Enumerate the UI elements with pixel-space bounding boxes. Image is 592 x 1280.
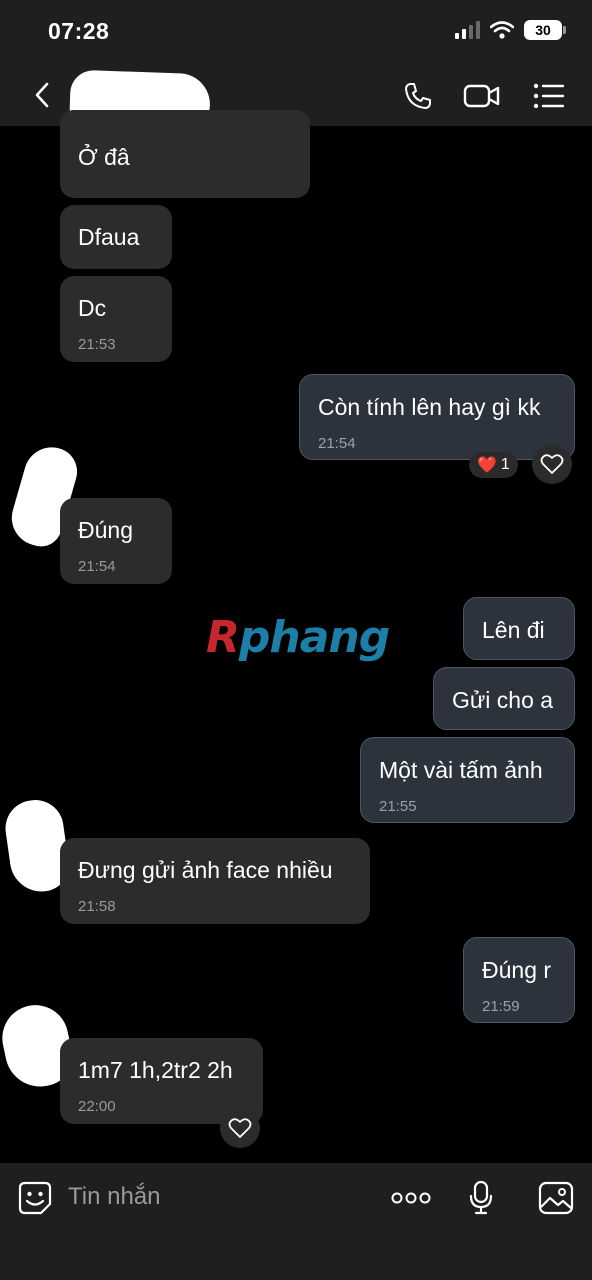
message-text: Dfaua [78,224,140,250]
gallery-button[interactable] [535,1177,577,1219]
image-gallery-icon [538,1181,574,1215]
message-bubble-outgoing[interactable]: Một vài tấm ảnh 21:55 [360,737,575,823]
message-timestamp: 21:59 [482,998,520,1015]
message-timestamp: 21:54 [318,435,356,452]
top-bar: 07:28 30 [0,0,592,133]
reaction-badge[interactable]: ❤️ 1 [469,452,518,478]
message-text: Đúng [78,517,133,543]
menu-button[interactable] [527,74,571,118]
call-button[interactable] [396,74,440,118]
status-icons: 30 [455,20,566,40]
message-text: Lên đi [482,617,545,643]
message-bubble-incoming[interactable]: Đưng gửi ảnh face nhiều 21:58 [60,838,370,924]
status-time: 07:28 [48,18,110,44]
voice-message-button[interactable] [460,1177,502,1219]
wifi-icon [490,21,514,39]
message-bubble-incoming[interactable]: Đúng 21:54 [60,498,172,584]
emoji-sticker-icon [18,1181,52,1215]
heart-outline-icon [228,1118,252,1138]
more-options-button[interactable] [390,1177,432,1219]
message-text: Còn tính lên hay gì kk [318,394,541,420]
message-text: Một vài tấm ảnh [379,757,543,783]
cellular-signal-icon [455,21,480,39]
message-text: Đưng gửi ảnh face nhiều [78,857,333,883]
back-button[interactable] [24,76,60,114]
message-timestamp: 22:00 [78,1098,116,1115]
heart-reaction-icon: ❤️ [477,457,497,474]
video-call-button[interactable] [460,74,504,118]
menu-list-icon [533,83,565,109]
message-bubble-incoming[interactable]: Dc 21:53 [60,276,172,362]
message-bubble-outgoing[interactable]: Còn tính lên hay gì kk 21:54 [299,374,575,460]
message-input[interactable]: Tin nhắn [68,1183,161,1211]
sticker-button[interactable] [14,1177,56,1219]
composer-bar: Tin nhắn [0,1163,592,1280]
message-bubble-incoming[interactable]: Ở đâ [60,110,310,198]
back-chevron-icon [35,82,49,108]
message-timestamp: 21:58 [78,898,116,915]
message-bubble-outgoing[interactable]: Gửi cho a [433,667,575,730]
watermark-logo: Rphang [206,612,390,663]
phone-icon [405,83,431,109]
message-text: 1m7 1h,2tr2 2h [78,1057,233,1083]
message-text: Dc [78,295,107,321]
video-call-icon [463,84,500,108]
reaction-count: 1 [500,456,510,473]
message-bubble-incoming[interactable]: Dfaua [60,205,172,269]
chat-screen: 07:28 30 Ở đâ Dfaua Dc 21:53 Còn tính lê… [0,0,592,1280]
message-bubble-outgoing[interactable]: Đúng r 21:59 [463,937,575,1023]
message-timestamp: 21:54 [78,558,116,575]
battery-indicator: 30 [524,20,566,40]
message-text: Ở đâ [78,144,130,170]
more-dots-icon [391,1192,431,1204]
message-timestamp: 21:53 [78,336,116,353]
message-text: Gửi cho a [452,687,554,713]
message-timestamp: 21:55 [379,798,417,815]
message-text: Đúng r [482,957,552,983]
react-button[interactable] [220,1108,260,1148]
heart-outline-icon [540,454,564,474]
react-button[interactable] [532,444,572,484]
microphone-icon [469,1180,493,1215]
message-bubble-outgoing[interactable]: Lên đi [463,597,575,660]
